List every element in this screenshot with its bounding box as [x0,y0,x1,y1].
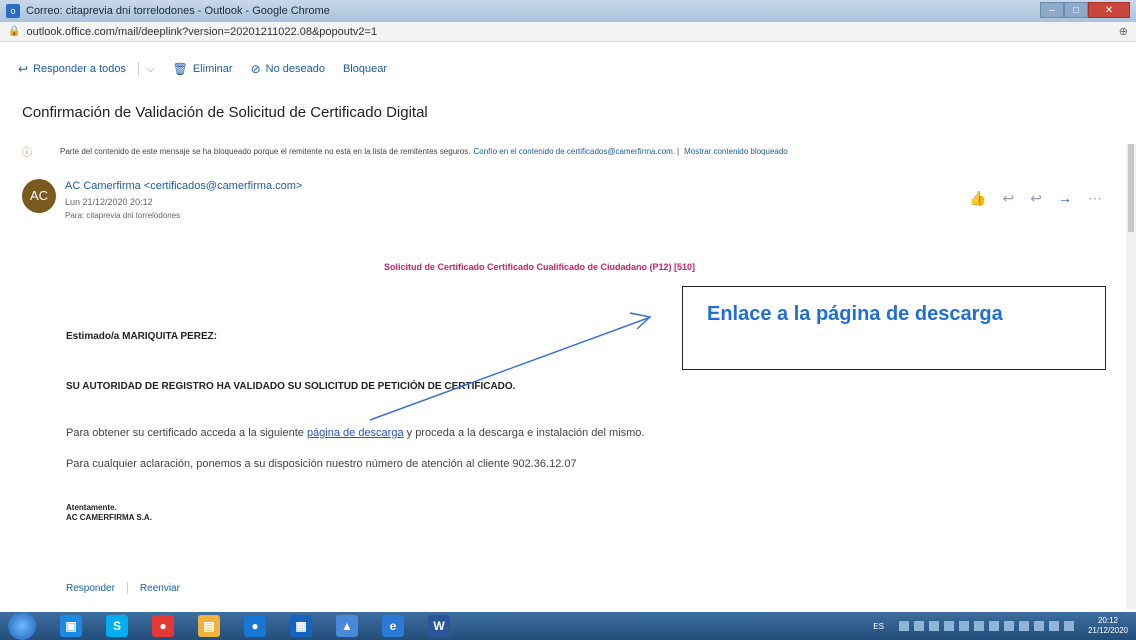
scrollbar-thumb[interactable] [1128,144,1134,232]
tray-icon[interactable] [898,621,909,631]
start-button[interactable] [8,612,36,640]
clock-time: 20:12 [1097,616,1118,625]
tray-icon[interactable] [913,621,924,631]
system-clock[interactable]: 20:12 21/12/2020 [1088,616,1128,636]
taskbar-app-icon[interactable]: e [382,615,404,637]
language-indicator[interactable]: ES [873,622,884,631]
annotation-text: Enlace a la página de descarga [707,303,1003,325]
tray-icon[interactable] [943,621,954,631]
tray-icon[interactable] [928,621,939,631]
system-tray: ES 20:12 21/12/2020 [873,612,1128,640]
volume-icon[interactable] [1063,621,1074,631]
taskbar-app-icon[interactable]: ▣ [60,615,82,637]
tray-icon[interactable] [1018,621,1029,631]
taskbar-app-icon[interactable]: ▦ [290,615,312,637]
windows-taskbar: ▣ S ● ▤ ● ▦ ▲ e W ES 20:12 21/12/2020 [0,612,1136,640]
taskbar-app-icon[interactable]: ● [244,615,266,637]
taskbar-app-icon[interactable]: ▲ [336,615,358,637]
tray-icon[interactable] [1033,621,1044,631]
reading-pane-scrollbar[interactable] [1126,144,1136,609]
tray-icon[interactable] [1003,621,1014,631]
tray-icon[interactable] [958,621,969,631]
clock-date: 21/12/2020 [1087,626,1128,635]
annotation-callout: Enlace a la página de descarga [682,286,1106,370]
tray-icon[interactable] [973,621,984,631]
taskbar-apps: ▣ S ● ▤ ● ▦ ▲ e W [36,615,450,637]
taskbar-app-icon[interactable]: ● [152,615,174,637]
taskbar-app-icon[interactable]: W [428,615,450,637]
network-icon[interactable] [1048,621,1059,631]
taskbar-app-icon[interactable]: S [106,615,128,637]
tray-icon[interactable] [988,621,999,631]
taskbar-app-icon[interactable]: ▤ [198,615,220,637]
